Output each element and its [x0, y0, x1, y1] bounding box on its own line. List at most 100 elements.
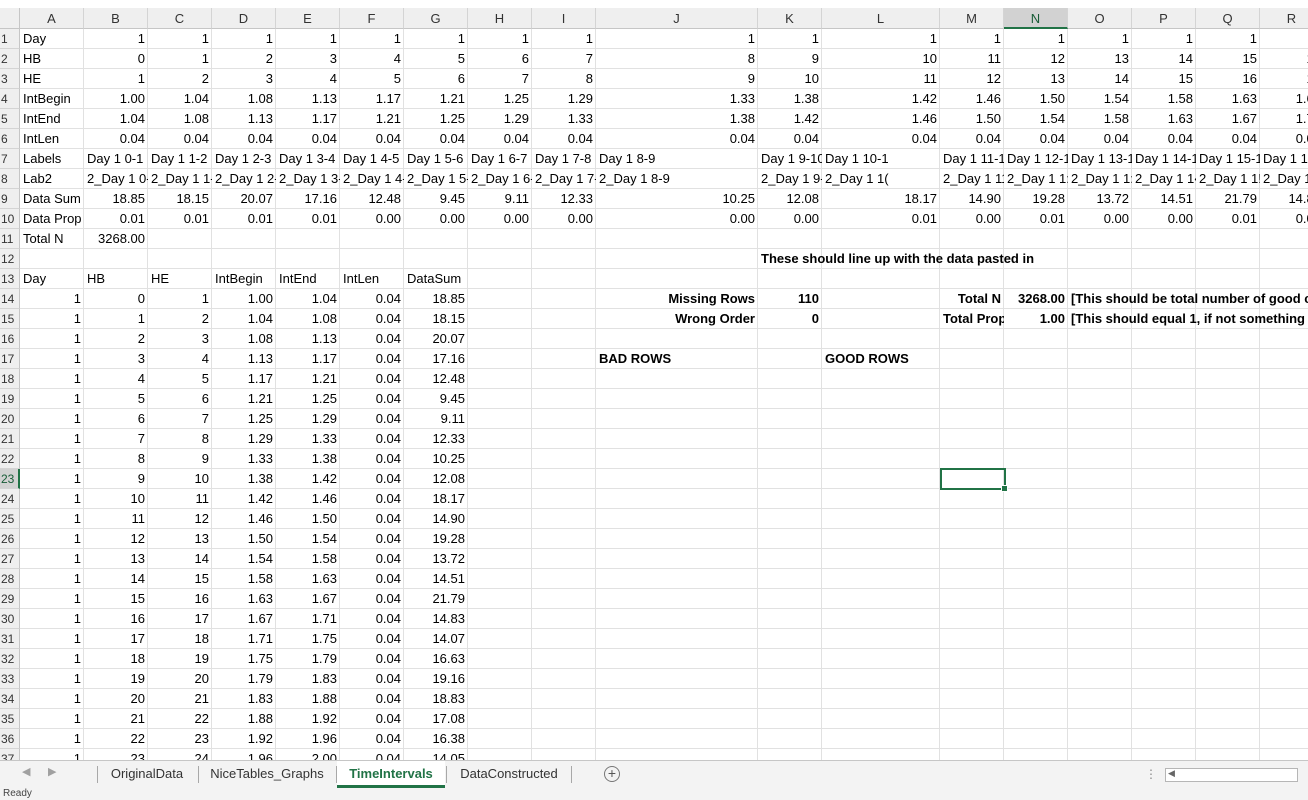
horizontal-scrollbar[interactable]: ◀ [1165, 768, 1298, 782]
lower-data-cell: 22 [194, 711, 209, 726]
row-header-2[interactable]: 2 [0, 49, 20, 69]
intlen-cell: 0.04 [1103, 131, 1129, 146]
lower-data-cell: 1 [73, 351, 81, 366]
day-cell: 1 [929, 31, 937, 46]
lower-data-cell: 1 [73, 451, 81, 466]
lower-data-cell: 0.04 [375, 371, 401, 386]
row-header-25[interactable]: 25 [0, 509, 20, 529]
lower-data-cell: 1 [73, 411, 81, 426]
row-header-4[interactable]: 4 [0, 89, 20, 109]
scroll-tabs-right-icon[interactable]: ▶ [48, 765, 56, 778]
row-header-16[interactable]: 16 [0, 329, 20, 349]
lab2-cell: 2_Day 1 1: [1071, 171, 1132, 186]
intbegin-cell: 1.58 [1167, 91, 1193, 106]
row-header-8[interactable]: 8 [0, 169, 20, 189]
column-header-k[interactable]: K [758, 8, 822, 29]
column-header-o[interactable]: O [1068, 8, 1132, 29]
lower-data-cell: 1.04 [247, 311, 273, 326]
row-header-29[interactable]: 29 [0, 589, 20, 609]
row-header-5[interactable]: 5 [0, 109, 20, 129]
row-header-9[interactable]: 9 [0, 189, 20, 209]
row-header-36[interactable]: 36 [0, 729, 20, 749]
hb-cell: 3 [329, 51, 337, 66]
row-header-22[interactable]: 22 [0, 449, 20, 469]
lower-data-cell: 10 [194, 471, 209, 486]
row-header-13[interactable]: 13 [0, 269, 20, 289]
hb-cell: 11 [987, 51, 1002, 66]
row-header-15[interactable]: 15 [0, 309, 20, 329]
wrong-order-value: 0 [811, 311, 819, 326]
row-header-11[interactable]: 11 [0, 229, 20, 249]
column-header-q[interactable]: Q [1196, 8, 1260, 29]
lower-data-cell: 1.96 [311, 731, 337, 746]
row-header-34[interactable]: 34 [0, 689, 20, 709]
intend-cell: 1.71 [1295, 111, 1308, 126]
row-header-20[interactable]: 20 [0, 409, 20, 429]
active-cell-selection[interactable] [940, 468, 1008, 492]
column-header-g[interactable]: G [404, 8, 468, 29]
row-header-35[interactable]: 35 [0, 709, 20, 729]
lab2-cell: 2_Day 1 5- [407, 171, 468, 186]
row-header-3[interactable]: 3 [0, 69, 20, 89]
lower-data-cell: 0.04 [375, 571, 401, 586]
intbegin-cell: 1.38 [793, 91, 819, 106]
row-header-37[interactable]: 37 [0, 749, 20, 760]
fill-handle[interactable] [1001, 485, 1008, 492]
column-header-f[interactable]: F [340, 8, 404, 29]
tab-dataconstructed[interactable]: DataConstructed [447, 761, 571, 788]
add-sheet-icon[interactable]: + [604, 766, 620, 782]
spreadsheet-grid[interactable]: ABCDEFGHIJKLMNOPQRS 12345678910111213141… [0, 0, 1308, 760]
column-header-h[interactable]: H [468, 8, 532, 29]
row-header-27[interactable]: 27 [0, 549, 20, 569]
column-header-a[interactable]: A [20, 8, 84, 29]
row-header-14[interactable]: 14 [0, 289, 20, 309]
row-header-1[interactable]: 1 [0, 29, 20, 49]
row-header-24[interactable]: 24 [0, 489, 20, 509]
lower-data-cell: 1 [73, 291, 81, 306]
column-header-r[interactable]: R [1260, 8, 1308, 29]
row-header-17[interactable]: 17 [0, 349, 20, 369]
tab-nicetables-graphs[interactable]: NiceTables_Graphs [199, 761, 335, 788]
lower-data-cell: 0.04 [375, 511, 401, 526]
row-header-32[interactable]: 32 [0, 649, 20, 669]
intend-cell: 1.17 [311, 111, 337, 126]
row-header-33[interactable]: 33 [0, 669, 20, 689]
row-header-21[interactable]: 21 [0, 429, 20, 449]
lower-data-cell: 1.75 [247, 651, 273, 666]
select-all-corner[interactable] [0, 8, 20, 29]
tab-timeintervals[interactable]: TimeIntervals [337, 761, 445, 788]
row-header-12[interactable]: 12 [0, 249, 20, 269]
row-header-7[interactable]: 7 [0, 149, 20, 169]
row-label-cell: Lab2 [23, 171, 52, 186]
column-header-i[interactable]: I [532, 8, 596, 29]
row-header-28[interactable]: 28 [0, 569, 20, 589]
row-header-19[interactable]: 19 [0, 389, 20, 409]
column-header-m[interactable]: M [940, 8, 1004, 29]
hb-cell: 6 [521, 51, 529, 66]
he-cell: 3 [265, 71, 273, 86]
column-header-b[interactable]: B [84, 8, 148, 29]
row-header-30[interactable]: 30 [0, 609, 20, 629]
more-options-icon[interactable]: ⋮ [1145, 767, 1157, 781]
column-header-n[interactable]: N [1004, 8, 1068, 29]
column-header-c[interactable]: C [148, 8, 212, 29]
row-header-23[interactable]: 23 [0, 469, 20, 489]
bad-rows-heading: BAD ROWS [599, 351, 672, 366]
intlen-cell: 0.04 [119, 131, 145, 146]
intbegin-cell: 1.67 [1295, 91, 1308, 106]
row-header-18[interactable]: 18 [0, 369, 20, 389]
scroll-left-icon[interactable]: ◀ [1168, 768, 1175, 779]
tab-originaldata[interactable]: OriginalData [98, 761, 196, 788]
column-header-j[interactable]: J [596, 8, 758, 29]
column-header-e[interactable]: E [276, 8, 340, 29]
datasum-cell: 12.08 [786, 191, 819, 206]
row-header-26[interactable]: 26 [0, 529, 20, 549]
row-header-10[interactable]: 10 [0, 209, 20, 229]
column-header-d[interactable]: D [212, 8, 276, 29]
row-header-31[interactable]: 31 [0, 629, 20, 649]
lower-data-cell: 1 [73, 491, 81, 506]
row-header-6[interactable]: 6 [0, 129, 20, 149]
scroll-tabs-left-icon[interactable]: ◀ [22, 765, 30, 778]
column-header-l[interactable]: L [822, 8, 940, 29]
column-header-p[interactable]: P [1132, 8, 1196, 29]
